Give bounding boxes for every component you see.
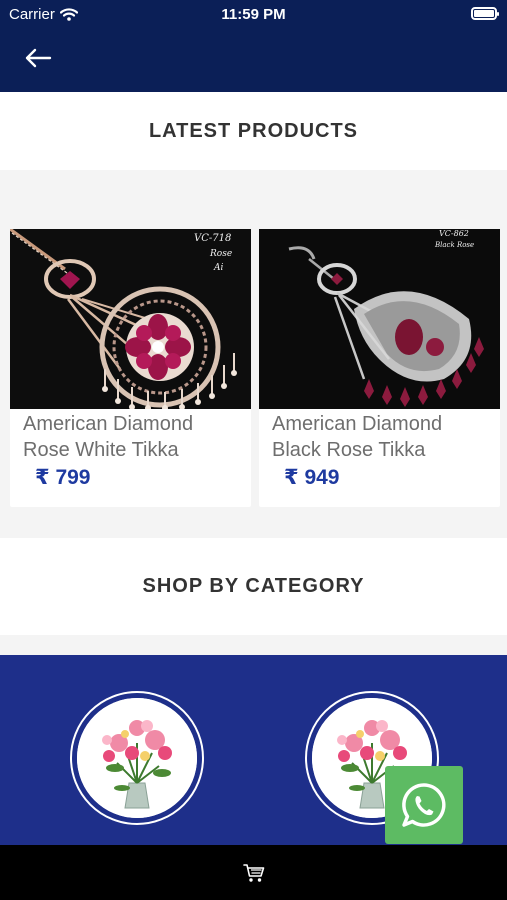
- whatsapp-icon: [402, 783, 446, 827]
- product-price: ₹ 949: [284, 466, 340, 489]
- battery-icon: [471, 7, 499, 20]
- status-time: 11:59 PM: [221, 6, 286, 23]
- product-image: VC-862 Black Rose: [259, 229, 500, 409]
- product-price: ₹ 799: [35, 466, 91, 489]
- shopping-cart-icon: [242, 863, 264, 882]
- product-image: VC-718 Rose Ai: [10, 229, 251, 409]
- latest-products-title: LATEST PRODUCTS: [148, 119, 359, 142]
- product-tag-sub: Black Rose: [434, 241, 474, 249]
- category-item[interactable]: [70, 691, 204, 825]
- bottom-bar: [0, 845, 507, 900]
- back-arrow-icon: [25, 48, 52, 68]
- product-tag-sub2: Ai: [213, 263, 223, 273]
- back-button[interactable]: [18, 42, 58, 74]
- shop-by-category-title: SHOP BY CATEGORY: [142, 575, 365, 597]
- app-header: Carrier 11:59 PM: [0, 0, 507, 92]
- product-name: American Diamond Black Rose Tikka: [272, 413, 443, 461]
- product-name: American Diamond Rose White Tikka: [23, 413, 194, 461]
- cart-button[interactable]: [234, 853, 274, 893]
- shop-by-category-header: SHOP BY CATEGORY: [0, 538, 507, 635]
- product-tag-code: VC-718: [194, 233, 231, 244]
- product-tag-code: VC-862: [439, 229, 469, 238]
- status-bar: Carrier 11:59 PM: [0, 0, 507, 28]
- latest-products-header: LATEST PRODUCTS: [0, 92, 507, 170]
- product-card-black-rose-tikka[interactable]: VC-862 Black Rose American Diamond Black…: [259, 229, 500, 507]
- whatsapp-button[interactable]: [385, 766, 463, 844]
- product-tag-sub: Rose: [209, 249, 232, 259]
- product-card-rose-white-tikka[interactable]: VC-718 Rose Ai American Diamond Rose Whi…: [10, 229, 251, 507]
- flower-bouquet-image: [77, 698, 197, 818]
